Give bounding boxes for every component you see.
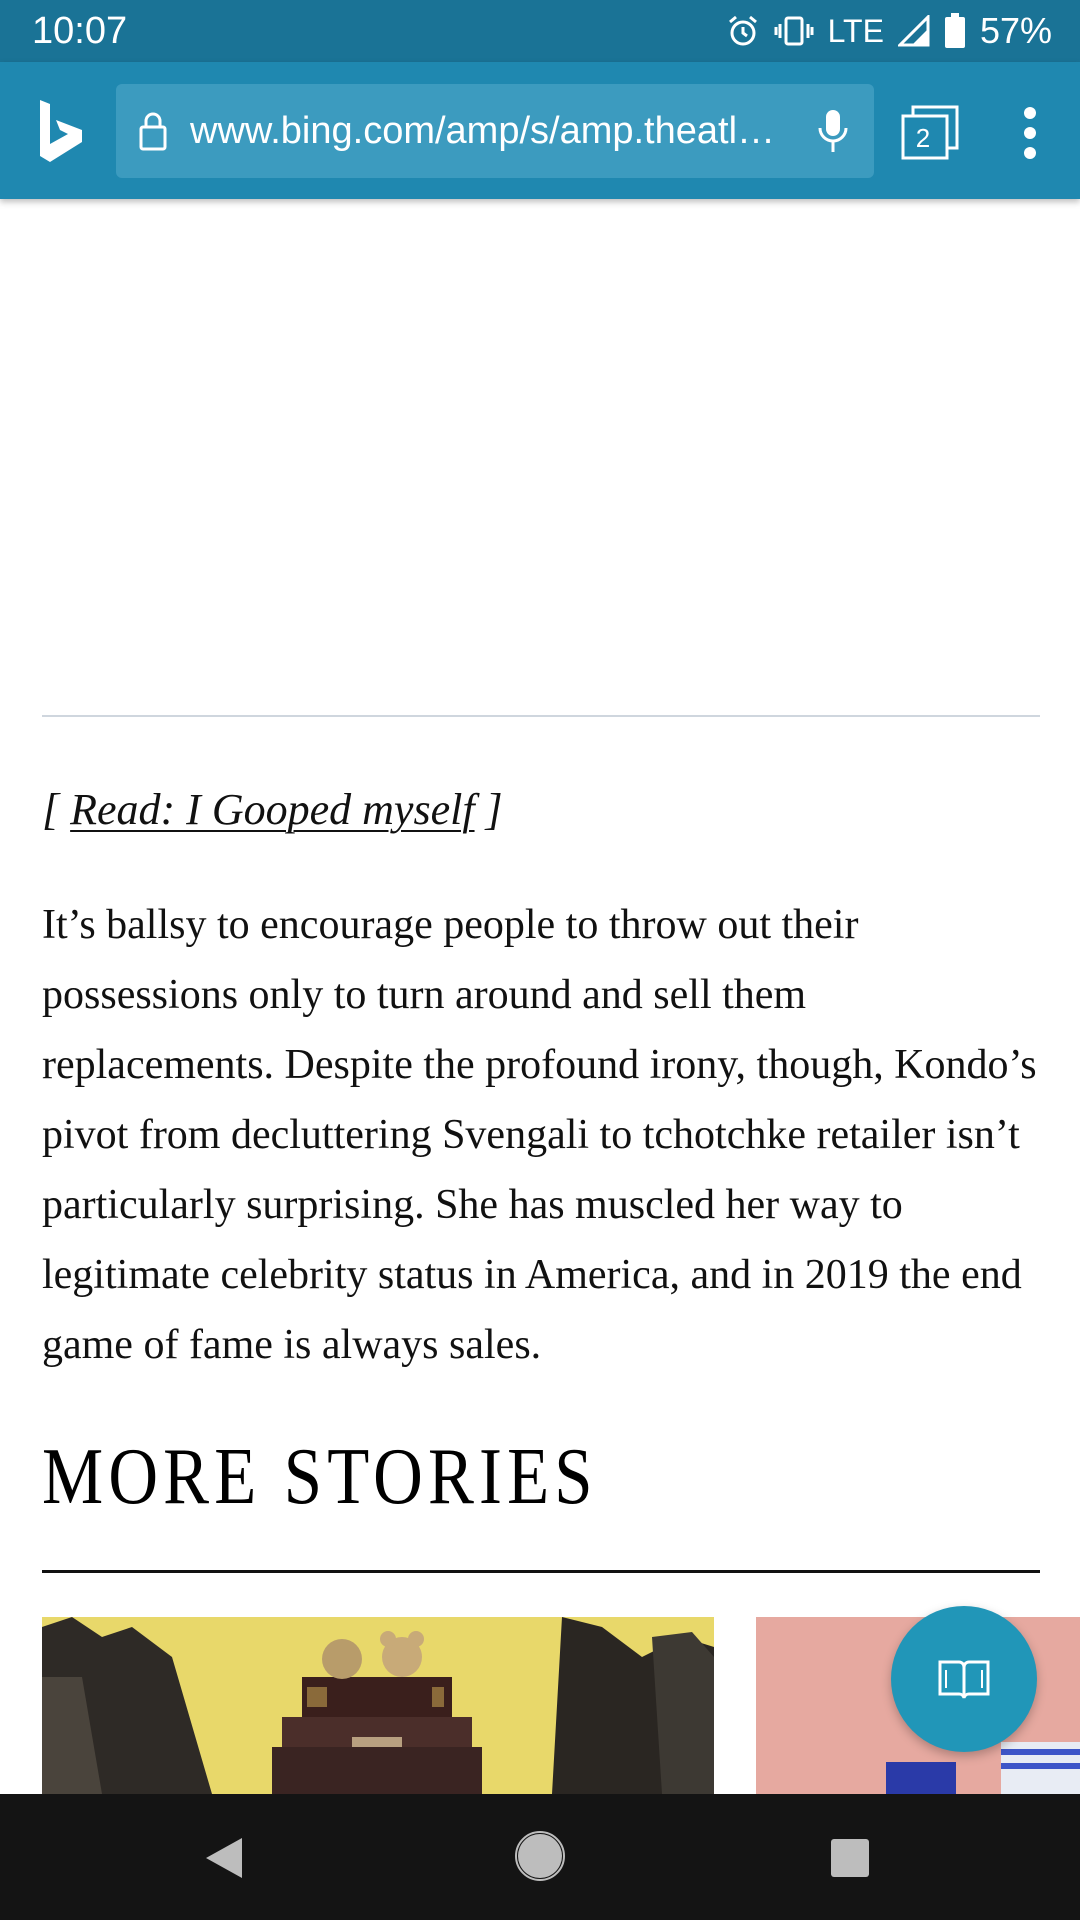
read-bracket-open: [ [42,785,71,834]
article-paragraph: It’s ballsy to encourage people to throw… [42,902,1037,1368]
story-thumbnail[interactable] [42,1617,714,1794]
more-stories-heading: MORE STORIES [42,1433,598,1521]
story-image [42,1617,714,1794]
tab-count[interactable]: 2 [903,118,943,156]
more-menu-icon[interactable] [1020,106,1040,160]
url-text[interactable]: www.bing.com/amp/s/amp.theatl… [190,84,790,178]
url-bar[interactable]: www.bing.com/amp/s/amp.theatl… [116,84,874,178]
reader-mode-button[interactable] [891,1606,1037,1752]
status-time: 10:07 [32,10,128,52]
read-link[interactable]: Read: I Gooped myself [70,785,474,834]
section-divider [42,715,1040,717]
battery-percent: 57% [979,10,1052,51]
status-icons: LTE 57% [726,8,1052,54]
back-icon[interactable] [204,1836,244,1880]
bing-logo-icon[interactable] [36,98,86,164]
browser-toolbar: www.bing.com/amp/s/amp.theatl… 2 [0,62,1080,199]
mic-icon[interactable] [816,108,850,154]
signal-icon [897,15,930,47]
alarm-icon [728,15,757,46]
read-bracket-close: ] [474,785,503,834]
battery-icon [944,13,965,48]
network-type: LTE [827,13,884,49]
status-bar: 10:07 LTE 57% [0,0,1080,62]
lock-icon [139,112,167,151]
vibrate-icon [774,16,814,46]
home-icon[interactable] [514,1830,566,1882]
recents-icon[interactable] [830,1838,870,1878]
related-read: [ Read: I Gooped myself ] [42,784,503,835]
system-nav-bar [0,1794,1080,1920]
more-stories-divider [42,1570,1040,1573]
book-icon [938,1660,990,1699]
